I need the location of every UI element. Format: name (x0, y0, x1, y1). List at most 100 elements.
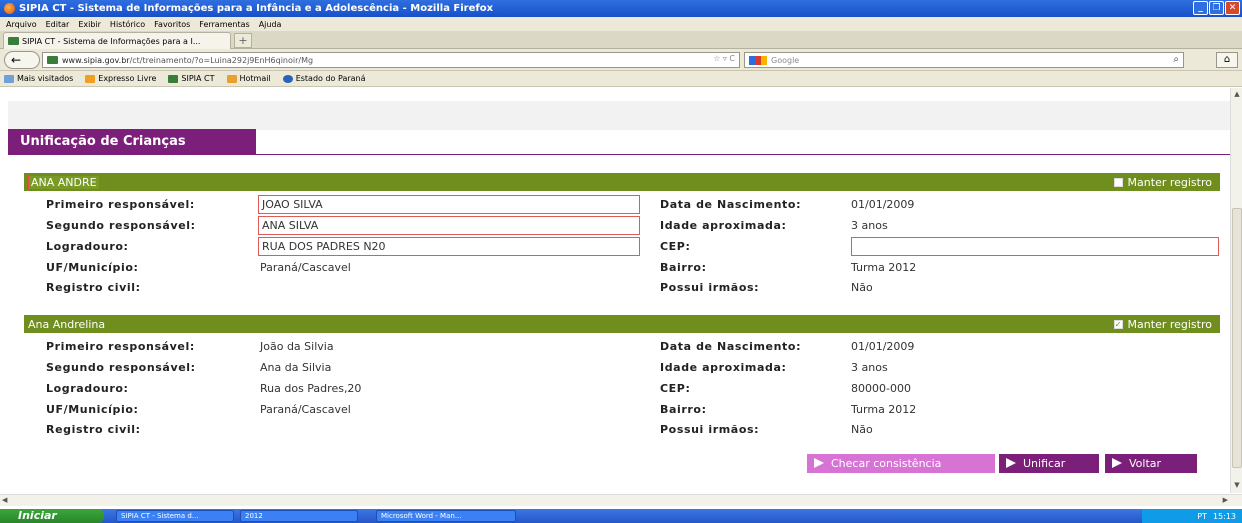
scroll-left-icon[interactable]: ◀ (2, 496, 7, 504)
value-nasc: 01/01/2009 (851, 198, 915, 211)
bookmark-sipia-ct[interactable]: SIPIA CT (168, 74, 215, 83)
checkbox-checked-icon[interactable]: ✓ (1113, 320, 1123, 329)
record-card-2: Ana Andrelina ✓ Manter registro Primeiro… (24, 315, 1220, 445)
record-header: ANA ANDRE Manter registro (24, 173, 1220, 191)
field-label-cep: CEP: (660, 240, 691, 253)
back-button[interactable]: ← (4, 51, 40, 69)
menu-favoritos[interactable]: Favoritos (154, 20, 190, 29)
field-label-irmaos: Possui irmãos: (660, 281, 760, 294)
minimize-button[interactable]: _ (1193, 1, 1208, 15)
browser-tab[interactable]: SIPIA CT - Sistema de Informações para a… (3, 32, 231, 49)
tab-label: SIPIA CT - Sistema de Informações para a… (22, 36, 201, 46)
field-label-resp2: Segundo responsável: (46, 219, 196, 232)
search-input[interactable]: Google ⌕ (744, 52, 1184, 68)
field-label-nasc: Data de Nascimento: (660, 198, 802, 211)
keep-record-label: Manter registro (1127, 318, 1212, 331)
url-bar[interactable]: www.sipia.gov.br/ct/treinamento/?o=Luina… (42, 52, 740, 68)
url-host: www.sipia.gov.br (62, 55, 130, 65)
merge-button[interactable]: Unificar (999, 454, 1099, 473)
value-resp1: JOAO SILVA (258, 195, 640, 214)
record-name: Ana Andrelina (28, 317, 106, 331)
menu-arquivo[interactable]: Arquivo (6, 20, 37, 29)
url-bar-actions[interactable]: ☆ ▿ C (713, 54, 735, 63)
window-title-bar: SIPIA CT - Sistema de Informações para a… (0, 0, 1242, 17)
menu-historico[interactable]: Histórico (110, 20, 145, 29)
value-resp2: Ana da Silvia (260, 361, 332, 374)
value-logradouro: Rua dos Padres,20 (260, 382, 362, 395)
taskbar-item-folder[interactable]: 2012 (240, 510, 358, 522)
value-bairro: Turma 2012 (851, 261, 917, 274)
back-button-page[interactable]: Voltar (1105, 454, 1197, 473)
firefox-icon (4, 3, 15, 14)
field-label-uf: UF/Município: (46, 403, 139, 416)
checkbox-unchecked-icon[interactable] (1113, 178, 1123, 187)
search-icon[interactable]: ⌕ (1173, 54, 1179, 65)
field-label-bairro: Bairro: (660, 261, 707, 274)
record-header: Ana Andrelina ✓ Manter registro (24, 315, 1220, 333)
menu-bar: Arquivo Editar Exibir Histórico Favorito… (0, 17, 1242, 31)
site-identity-icon[interactable] (47, 56, 58, 64)
scroll-thumb[interactable] (1232, 208, 1242, 468)
home-button[interactable]: ⌂ (1216, 52, 1238, 68)
field-label-uf: UF/Município: (46, 261, 139, 274)
bookmark-mais-visitados[interactable]: Mais visitados (4, 74, 73, 83)
value-uf: Paraná/Cascavel (260, 261, 351, 274)
check-consistency-button[interactable]: Checar consistência (807, 454, 995, 473)
field-label-idade: Idade aproximada: (660, 219, 787, 232)
windows-taskbar: Iniciar SIPIA CT - Sistema d... 2012 Mic… (0, 509, 1242, 523)
globe-icon (282, 74, 293, 83)
field-label-resp2: Segundo responsável: (46, 361, 196, 374)
value-irmaos: Não (851, 423, 873, 436)
google-icon[interactable] (749, 55, 767, 65)
field-label-logradouro: Logradouro: (46, 240, 129, 253)
field-label-logradouro: Logradouro: (46, 382, 129, 395)
keep-record-checkbox[interactable]: Manter registro (1113, 176, 1212, 189)
vertical-scrollbar[interactable]: ▲ ▼ (1230, 88, 1242, 493)
field-label-cep: CEP: (660, 382, 691, 395)
horizontal-scrollbar[interactable]: ◀ ▶ (0, 494, 1242, 506)
taskbar-item-firefox[interactable]: SIPIA CT - Sistema d... (116, 510, 234, 522)
window-title: SIPIA CT - Sistema de Informações para a… (19, 3, 494, 14)
scroll-right-icon[interactable]: ▶ (1223, 496, 1228, 504)
url-path: /ct/treinamento/?o=Luina292j9EnH6qinoir/… (129, 55, 314, 65)
language-indicator[interactable]: PT (1197, 512, 1207, 521)
search-placeholder: Google (771, 55, 800, 65)
menu-editar[interactable]: Editar (46, 20, 70, 29)
new-tab-button[interactable]: + (234, 33, 252, 48)
value-cep-highlight (851, 237, 1219, 256)
keep-record-label: Manter registro (1127, 176, 1212, 189)
taskbar-item-word[interactable]: Microsoft Word - Man... (376, 510, 516, 522)
field-label-nasc: Data de Nascimento: (660, 340, 802, 353)
menu-ferramentas[interactable]: Ferramentas (199, 20, 249, 29)
scroll-down-icon[interactable]: ▼ (1232, 481, 1242, 491)
bookmarks-bar: Mais visitados Expresso Livre SIPIA CT H… (0, 71, 1242, 87)
bookmark-estado-parana[interactable]: Estado do Paraná (282, 74, 366, 83)
field-label-irmaos: Possui irmãos: (660, 423, 760, 436)
keep-record-checkbox[interactable]: ✓ Manter registro (1113, 318, 1212, 331)
value-idade: 3 anos (851, 219, 888, 232)
field-label-resp1: Primeiro responsável: (46, 340, 195, 353)
hotmail-icon (226, 74, 237, 83)
maximize-button[interactable]: ❐ (1209, 1, 1224, 15)
start-button[interactable]: Iniciar (0, 509, 104, 523)
menu-ajuda[interactable]: Ajuda (259, 20, 282, 29)
bookmark-expresso-livre[interactable]: Expresso Livre (85, 74, 156, 83)
record-card-1: ANA ANDRE Manter registro Primeiro respo… (24, 173, 1220, 303)
clock: 15:13 (1212, 511, 1236, 521)
field-label-resp1: Primeiro responsável: (46, 198, 195, 211)
value-resp1: João da Silvia (260, 340, 334, 353)
menu-exibir[interactable]: Exibir (78, 20, 101, 29)
sipia-icon (168, 74, 179, 83)
value-logradouro: RUA DOS PADRES N20 (258, 237, 640, 256)
scroll-up-icon[interactable]: ▲ (1232, 90, 1242, 100)
sipia-favicon-icon (8, 37, 19, 45)
value-bairro: Turma 2012 (851, 403, 917, 416)
value-uf: Paraná/Cascavel (260, 403, 351, 416)
close-button[interactable]: ✕ (1225, 1, 1240, 15)
field-label-bairro: Bairro: (660, 403, 707, 416)
value-cep: 80000-000 (851, 382, 911, 395)
bookmark-hotmail[interactable]: Hotmail (226, 74, 271, 83)
header-band (8, 101, 1230, 130)
value-irmaos: Não (851, 281, 873, 294)
title-underline (8, 154, 1230, 155)
